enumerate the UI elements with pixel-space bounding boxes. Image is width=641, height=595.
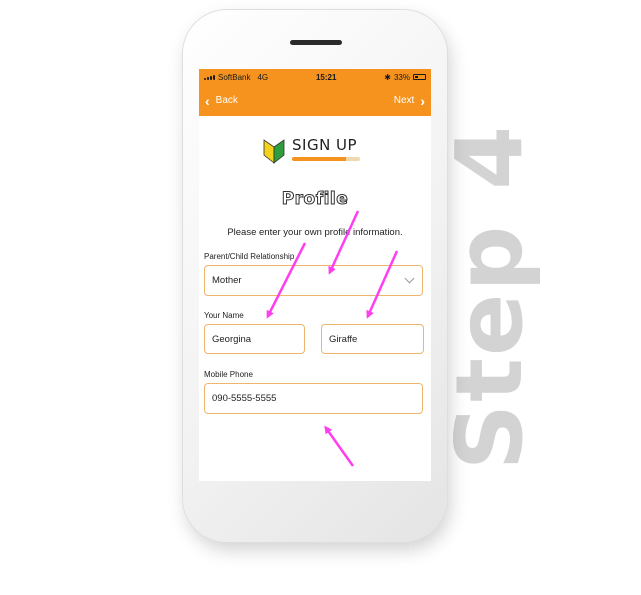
mobile-phone-input[interactable]: 090-5555-5555 — [204, 383, 423, 414]
back-button[interactable]: ‹ Back — [205, 94, 238, 108]
chevron-right-icon: › — [420, 92, 425, 109]
step-label: Step 4 — [436, 123, 543, 471]
chevron-down-icon — [404, 273, 415, 284]
battery-percent: 33% — [393, 72, 410, 82]
phone-label: Mobile Phone — [204, 370, 253, 379]
first-name-value: Georgina — [212, 333, 252, 345]
phone-screen: SoftBank 4G 15:21 ✱ 33% ‹ Back Next › SI… — [199, 69, 431, 481]
chevron-left-icon: ‹ — [205, 92, 210, 109]
carrier-name: SoftBank — [218, 72, 251, 82]
signup-title: SIGN UP — [292, 136, 358, 154]
status-bar: SoftBank 4G 15:21 ✱ 33% — [199, 69, 431, 85]
back-label: Back — [215, 95, 238, 106]
phone-speaker — [290, 40, 342, 45]
page-title: Profile — [281, 189, 349, 210]
relationship-label: Parent/Child Relationship — [204, 252, 295, 261]
signup-progress-fill — [292, 157, 347, 161]
signup-progress — [292, 157, 360, 161]
last-name-input[interactable]: Giraffe — [321, 324, 424, 354]
name-label: Your Name — [204, 311, 244, 320]
mobile-phone-value: 090-5555-5555 — [212, 393, 277, 404]
status-time: 15:21 — [315, 72, 337, 82]
last-name-value: Giraffe — [329, 333, 358, 345]
bluetooth-icon: ✱ — [384, 72, 391, 82]
signup-logo: SIGN UP — [262, 138, 360, 164]
relationship-select[interactable]: Mother — [204, 265, 423, 296]
nav-bar: ‹ Back Next › — [199, 85, 431, 116]
relationship-value: Mother — [212, 275, 242, 286]
network-type: 4G — [257, 72, 269, 82]
first-name-input[interactable]: Georgina — [204, 324, 305, 354]
signal-icon — [204, 74, 215, 80]
battery-icon — [412, 74, 426, 80]
page-instruction: Please enter your own profile informatio… — [227, 227, 403, 238]
beginner-leaf-icon — [263, 139, 285, 164]
next-label: Next — [393, 95, 415, 106]
next-button[interactable]: Next › — [394, 94, 425, 108]
